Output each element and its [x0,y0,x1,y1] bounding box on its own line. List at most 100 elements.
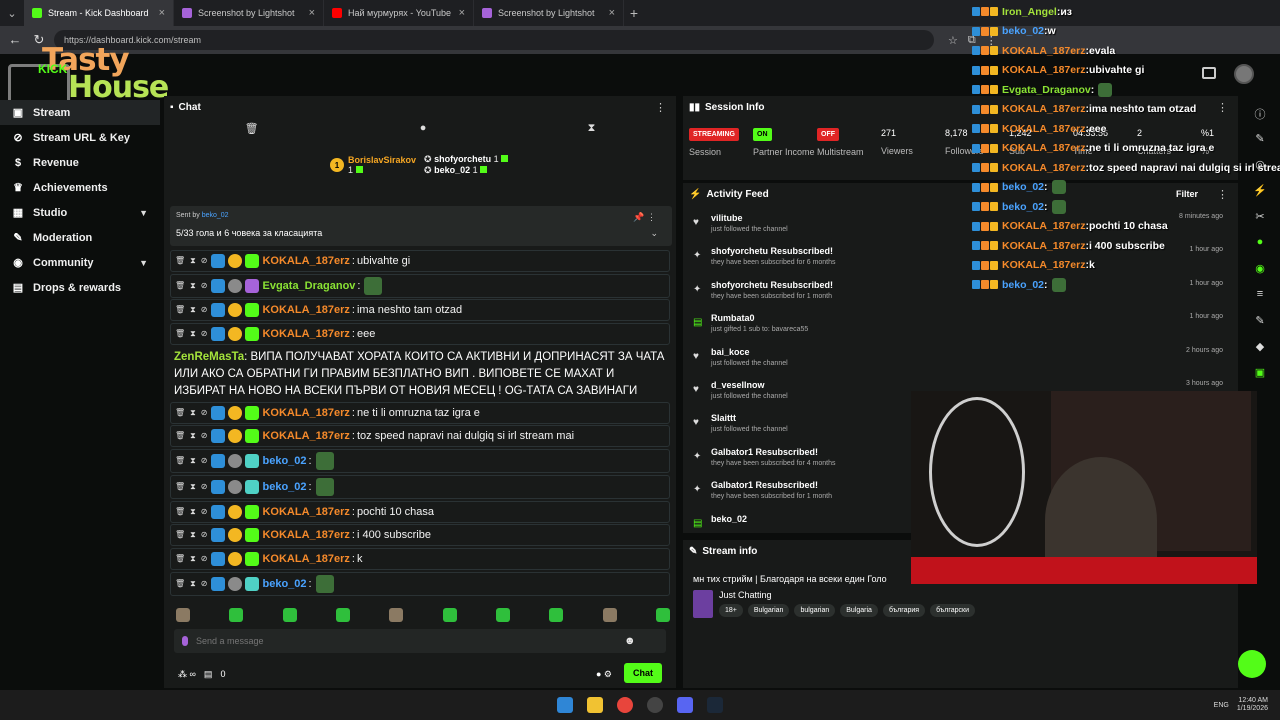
chat-username[interactable]: KOKALA_187erz [262,255,349,267]
speech-bubble-icon[interactable]: ● [420,122,427,140]
stream-tag[interactable]: Bulgaria [840,604,878,617]
help-fab-button[interactable] [1238,650,1266,678]
trash-icon[interactable]: 🗑 [175,329,185,339]
timeout-icon[interactable]: ⧗ [190,408,196,418]
trash-icon[interactable]: 🗑 [175,456,185,466]
status-pill[interactable]: OFF [817,128,839,141]
trash-icon[interactable]: 🗑 [175,579,185,589]
chat-username[interactable]: Evgata_Draganov [262,280,355,292]
leaderboard-entry[interactable]: ✪ shofyorchetu 1 ✪ beko_02 1 [424,154,509,176]
ban-icon[interactable]: ⊘ [201,530,208,540]
sidebar-item-moderation[interactable]: ✎ Moderation [0,225,160,250]
emoji-icon[interactable]: ☻ [624,635,636,647]
steam-icon[interactable] [707,697,723,713]
activity-item[interactable]: ♥ bai_koce just followed the channel 2 hour… [691,347,1231,380]
timeout-icon[interactable]: ⧗ [190,456,196,466]
emote-picker-item[interactable] [282,608,297,622]
timeout-icon[interactable]: ⧗ [190,507,196,517]
drop-icon[interactable]: ◆ [1253,340,1267,354]
new-tab-button[interactable]: + [624,5,644,21]
chat-message-row[interactable]: 🗑 ⧗ ⊘ KOKALA_187erz: toz speed napravi nai d… [170,425,670,448]
trash-icon[interactable]: 🗑 [245,122,259,140]
announcement-message[interactable]: ZenReMasTa: ВИПА ПОЛУЧАВАТ ХОРАТА КОИТО … [170,347,670,402]
trash-icon[interactable]: 🗑 [175,554,185,564]
stream-tag[interactable]: българия [882,604,926,617]
sidebar-item-community[interactable]: ◉ Community ▼ [0,250,160,275]
emote-picker-item[interactable] [442,608,457,622]
timeout-icon[interactable]: ⧗ [190,579,196,589]
pinned-message[interactable]: Sent by beko_02 5/33 гола и 6 човека за … [170,206,672,246]
stream-tag[interactable]: български [930,604,975,617]
trash-icon[interactable]: 🗑 [175,482,185,492]
activity-item[interactable]: ▤ Rumbata0 just gifted 1 sub to: bavareca5… [691,313,1231,346]
wrench-icon[interactable]: ✎ [1253,314,1267,328]
ban-icon[interactable]: ⊘ [201,281,208,291]
start-icon[interactable] [557,697,573,713]
chat-username[interactable]: KOKALA_187erz [262,328,349,340]
chat-username[interactable]: ZenReMasTa [174,351,244,363]
kebab-menu-icon[interactable]: ⋮ [655,101,666,114]
clock[interactable]: 12:40 AM 1/19/2026 [1237,697,1268,713]
trash-icon[interactable]: 🗑 [175,305,185,315]
timeout-icon[interactable]: ⧗ [190,305,196,315]
sidebar-item-drops-rewards[interactable]: ▤ Drops & rewards [0,275,160,300]
chat-username[interactable]: beko_02 [262,455,306,467]
chat-message-row[interactable]: 🗑 ⧗ ⊘ KOKALA_187erz: ubivahte gi [170,250,670,272]
emote-picker-item[interactable] [549,608,564,622]
address-bar[interactable]: https://dashboard.kick.com/stream [54,30,934,50]
timeout-icon[interactable]: ⧗ [190,329,196,339]
chat-settings-icon[interactable]: ● ⚙ [596,669,612,680]
chat-message-row[interactable]: 🗑 ⧗ ⊘ beko_02: [170,449,670,474]
timeout-icon[interactable]: ⧗ [190,281,196,291]
stream-tag[interactable]: Bulgarian [747,604,790,617]
ban-icon[interactable]: ⊘ [201,329,208,339]
close-tab-icon[interactable]: × [609,7,615,19]
chat-username[interactable]: KOKALA_187erz [262,407,349,419]
discord-icon[interactable] [677,697,693,713]
chat-username[interactable]: beko_02 [262,578,306,590]
language-indicator[interactable]: ENG [1214,702,1229,709]
chat-message-row[interactable]: 🗑 ⧗ ⊘ KOKALA_187erz: k [170,547,670,570]
chat-message-row[interactable]: 🗑 ⧗ ⊘ beko_02: [170,474,670,499]
timeout-icon[interactable]: ⧗ [190,431,196,441]
chat-username[interactable]: KOKALA_187erz [262,506,349,518]
chevron-down-icon[interactable]: ⌄ [650,228,658,239]
trash-icon[interactable]: 🗑 [175,408,185,418]
chat-message-row[interactable]: 🗑 ⧗ ⊘ KOKALA_187erz: ne ti li omruzna taz ig… [170,401,670,424]
close-tab-icon[interactable]: × [159,7,165,19]
emote-picker-item[interactable] [655,608,670,622]
chat-username[interactable]: KOKALA_187erz [262,553,349,565]
leaderboard-entry[interactable]: 1 BorislavSirakov 1 [330,154,416,176]
emote-picker-item[interactable] [389,608,404,622]
emote-picker-item[interactable] [495,608,510,622]
emote-picker-item[interactable] [335,608,350,622]
points-icon[interactable]: ⁂ ∞ [178,669,196,680]
ban-icon[interactable]: ⊘ [201,579,208,589]
trash-icon[interactable]: 🗑 [175,530,185,540]
browser-tab[interactable]: Stream - Kick Dashboard × [24,0,174,26]
hourglass-icon[interactable]: ⧗ [588,122,596,140]
browser-tab[interactable]: Screenshot by Lightshot × [474,0,624,26]
chat-message-row[interactable]: 🗑 ⧗ ⊘ KOKALA_187erz: pochti 10 chasa [170,500,670,523]
chat-message-row[interactable]: 🗑 ⧗ ⊘ KOKALA_187erz: ima neshto tam otzad [170,299,670,322]
emote-picker-item[interactable] [176,608,190,622]
chat-username[interactable]: KOKALA_187erz [262,304,349,316]
stream-tag[interactable]: bulgarian [794,604,836,617]
status-pill[interactable]: ON [753,128,772,141]
sidebar-item-studio[interactable]: ▦ Studio ▼ [0,200,160,225]
kick-logo[interactable]: KICK [38,62,67,76]
close-tab-icon[interactable]: × [459,7,465,19]
file-explorer-icon[interactable] [587,697,603,713]
timeout-icon[interactable]: ⧗ [190,530,196,540]
trash-icon[interactable]: 🗑 [175,431,185,441]
bookmark-star-icon[interactable]: ☆ [948,34,958,47]
trash-icon[interactable]: 🗑 [175,281,185,291]
ban-icon[interactable]: ⊘ [201,256,208,266]
chat-input-box[interactable]: ☻ [174,629,666,653]
sidebar-item-stream[interactable]: ▣ Stream [0,100,160,125]
chat-message-row[interactable]: 🗑 ⧗ ⊘ beko_02: [170,571,670,596]
timeout-icon[interactable]: ⧗ [190,482,196,492]
emote-picker-item[interactable] [229,608,244,622]
close-tab-icon[interactable]: × [309,7,315,19]
sidebar-item-revenue[interactable]: $ Revenue [0,150,160,175]
